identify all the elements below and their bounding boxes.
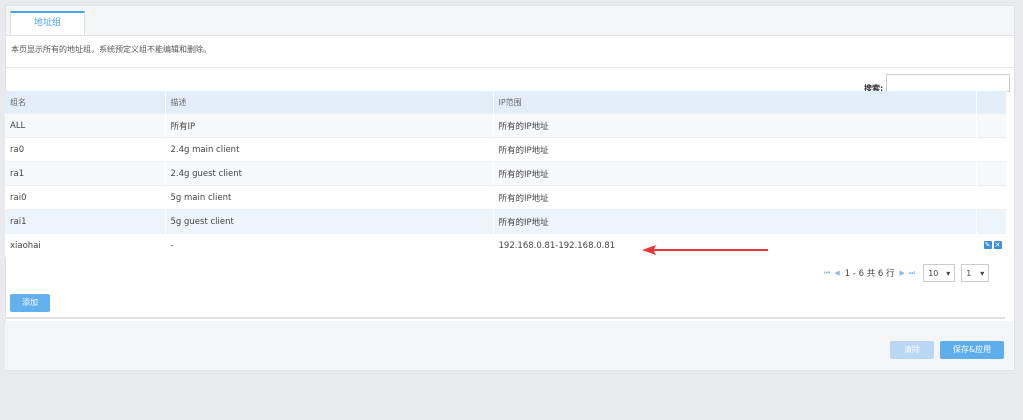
cell-name: rai1 [5, 209, 166, 234]
chevron-down-icon: ▾ [980, 268, 985, 278]
table-row[interactable]: rai1 5g guest client 所有的IP地址 [5, 209, 1007, 234]
save-apply-button[interactable]: 保存&应用 [940, 341, 1004, 359]
column-header-actions [976, 91, 1007, 114]
cell-actions [976, 185, 1007, 210]
annotation-arrow [642, 245, 768, 255]
cell-range: 所有的IP地址 [493, 185, 977, 210]
column-header-name[interactable]: 组名 [5, 91, 166, 114]
cell-desc: 5g main client [165, 185, 494, 210]
column-header-range[interactable]: IP范围 [493, 91, 977, 114]
page-size-select[interactable]: 10 ▾ [923, 264, 956, 282]
table-header-row: 组名 描述 IP范围 [5, 91, 1007, 114]
divider [6, 67, 1014, 68]
edit-icon[interactable]: ✎ [983, 241, 992, 249]
chevron-down-icon: ▾ [946, 268, 951, 278]
column-header-desc[interactable]: 描述 [165, 91, 494, 114]
cell-actions [976, 137, 1007, 162]
cell-name: xiaohai [5, 233, 166, 257]
pagination: ⏮ ◀ 1 - 6 共 6 行 ▶ ⏭ 10 ▾ 1 ▾ [822, 264, 990, 282]
page-value: 1 [966, 268, 972, 278]
cell-desc: 2.4g main client [165, 137, 494, 162]
cell-desc: 5g guest client [165, 209, 494, 234]
cell-name: ra0 [5, 137, 166, 162]
cell-desc: 所有IP [165, 113, 494, 138]
divider [5, 317, 1005, 319]
cell-actions [976, 113, 1007, 138]
page-description: 本页显示所有的地址组，系统预定义组不能编辑和删除。 [11, 45, 211, 54]
tab-bar: 地址组 [6, 6, 1014, 36]
delete-icon[interactable]: ✕ [993, 241, 1002, 249]
cell-actions: ✎ ✕ [976, 233, 1007, 257]
cell-name: ALL [5, 113, 166, 138]
cell-actions [976, 161, 1007, 186]
next-page-icon[interactable]: ▶ [900, 269, 905, 277]
pagination-info: 1 - 6 共 6 行 [844, 269, 895, 279]
cell-name: rai0 [5, 185, 166, 210]
first-page-icon[interactable]: ⏮ [824, 269, 830, 278]
table-row[interactable]: xiaohai - 192.168.0.81-192.168.0.81 ✎ ✕ [5, 233, 1007, 257]
table-row[interactable]: ALL 所有IP 所有的IP地址 [5, 113, 1007, 138]
cell-range: 所有的IP地址 [493, 209, 977, 234]
cell-range: 所有的IP地址 [493, 161, 977, 186]
address-group-table: 组名 描述 IP范围 ALL 所有IP 所有的IP地址 ra0 2.4g mai… [5, 91, 1007, 257]
last-page-icon[interactable]: ⏭ [909, 269, 915, 278]
cell-range: 所有的IP地址 [493, 113, 977, 138]
cell-range: 所有的IP地址 [493, 137, 977, 162]
page-select[interactable]: 1 ▾ [961, 264, 990, 282]
clear-button[interactable]: 清除 [890, 341, 934, 359]
footer-bar [5, 321, 1013, 370]
cell-desc: 2.4g guest client [165, 161, 494, 186]
cell-name: ra1 [5, 161, 166, 186]
table-row[interactable]: ra0 2.4g main client 所有的IP地址 [5, 137, 1007, 162]
table-row[interactable]: ra1 2.4g guest client 所有的IP地址 [5, 161, 1007, 186]
prev-page-icon[interactable]: ◀ [834, 269, 839, 277]
add-button[interactable]: 添加 [10, 294, 50, 312]
cell-desc: - [165, 233, 494, 257]
cell-actions [976, 209, 1007, 234]
search-input[interactable] [886, 74, 1010, 92]
page-size-value: 10 [928, 268, 939, 278]
table-row[interactable]: rai0 5g main client 所有的IP地址 [5, 185, 1007, 210]
tab-address-group[interactable]: 地址组 [10, 11, 85, 35]
